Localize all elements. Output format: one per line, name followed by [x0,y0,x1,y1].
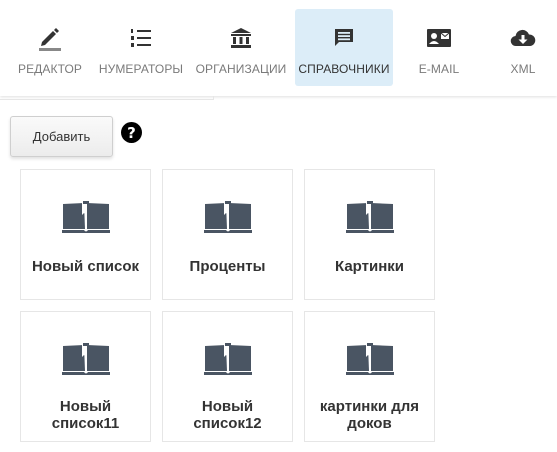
tab-email[interactable]: E-MAIL [400,9,478,86]
contact-card-icon [426,25,452,51]
top-toolbar: РЕДАКТОР НУМЕРАТОРЫ ОРГАНИЗАЦИИ СПРАВОЧН… [0,0,557,96]
tab-label: РЕДАКТОР [17,62,83,76]
tab-xml[interactable]: XML [485,9,557,86]
book-icon [61,342,110,375]
card-label: Картинки [334,258,404,275]
tab-label: E-MAIL [418,62,460,76]
tab-editor[interactable]: РЕДАКТОР [10,9,90,86]
book-icon [61,200,110,233]
directory-card[interactable]: Новый список [20,169,151,300]
directory-card[interactable]: Проценты [162,169,293,300]
book-icon [203,200,252,233]
tab-directories[interactable]: СПРАВОЧНИКИ [295,9,393,86]
card-label: Новый список11 [51,398,120,432]
card-label: картинки для доков [319,398,420,432]
tab-label: XML [510,62,536,76]
tab-organizations[interactable]: ОРГАНИЗАЦИИ [193,9,289,86]
directory-card[interactable]: Новый список12 [162,311,293,442]
card-label: Новый список12 [193,398,262,432]
tab-numerators[interactable]: НУМЕРАТОРЫ [98,9,184,86]
help-icon[interactable]: ? [121,122,142,143]
tab-label: СПРАВОЧНИКИ [298,62,390,76]
directory-card[interactable]: Новый список11 [20,311,151,442]
toolbar-divider [0,96,214,100]
add-button[interactable]: Добавить [10,116,113,157]
directory-card[interactable]: Картинки [304,169,435,300]
message-icon [333,25,355,51]
institution-icon [230,25,252,51]
card-label: Новый список [31,258,140,275]
book-icon [203,342,252,375]
directory-card[interactable]: картинки для доков [304,311,435,442]
card-label: Проценты [189,258,266,275]
tab-label: НУМЕРАТОРЫ [98,62,184,76]
book-icon [345,342,394,375]
tab-label: ОРГАНИЗАЦИИ [195,62,287,76]
pencil-icon [38,25,62,51]
book-icon [345,200,394,233]
cloud-download-icon [510,25,536,51]
numbered-list-icon [130,25,152,51]
